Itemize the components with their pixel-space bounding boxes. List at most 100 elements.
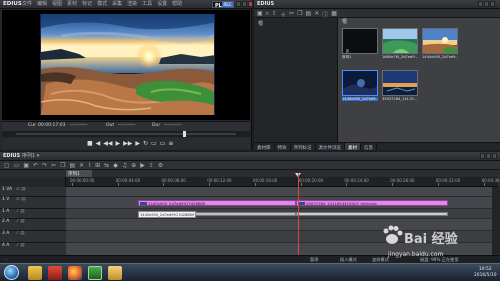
start-button[interactable] [4, 265, 19, 280]
scrub-handle[interactable] [183, 131, 187, 137]
maximize-button[interactable] [242, 1, 247, 7]
timeline-video-clip[interactable]: 39037284_1411854415923_mthumb [296, 200, 448, 206]
track-lane-a1[interactable] [66, 209, 492, 219]
track-toggle-icons[interactable]: ♪ ▤ [16, 219, 25, 225]
stop-icon[interactable]: ■ [87, 140, 93, 147]
playhead-line[interactable] [298, 173, 299, 258]
tab-effects[interactable]: 特效 [275, 143, 291, 151]
track-lane-va1[interactable] [66, 187, 492, 197]
open-icon[interactable]: ▭ [14, 162, 20, 169]
tab-info[interactable]: 信息 [361, 143, 377, 151]
insert-icon[interactable]: ▭ [151, 140, 157, 147]
play-icon[interactable]: ▶ [116, 140, 121, 147]
copy-icon[interactable]: ❐ [60, 162, 65, 169]
time-ruler[interactable]: 00:00:00:00 00:00:04:00 00:00:08:00 00:00:1… [66, 177, 500, 187]
bin-maximize-button[interactable] [484, 1, 489, 7]
cut-icon[interactable]: ✂ [51, 162, 56, 169]
ruler-tick [392, 183, 394, 186]
tab-clips[interactable]: 素材 [345, 143, 361, 151]
rec-mode-button[interactable]: REC [222, 2, 233, 7]
out-timecode[interactable]: --:--:--:-- [118, 123, 136, 129]
menu-edit[interactable]: 编辑 [37, 2, 47, 7]
explorer-app-icon[interactable] [28, 266, 42, 280]
track-lane-v1[interactable]: 1440x900_2d7ed9917d28889 39037284_141185… [66, 197, 492, 209]
track-header[interactable]: 1 A ♪ ▤ [0, 209, 66, 219]
tab-bin[interactable]: 素材库 [254, 143, 275, 151]
loop-icon[interactable]: ↻ [143, 140, 148, 147]
menu-render[interactable]: 渲染 [127, 2, 137, 7]
next-frame-icon[interactable]: ▶ [135, 140, 140, 147]
bin-clip[interactable]: 39037284_14119... [382, 70, 418, 101]
output-icon[interactable]: ≡ [168, 140, 173, 147]
sequence-selector[interactable]: 序列1 ▾ [22, 154, 39, 159]
delete-icon[interactable]: ✕ [79, 162, 84, 169]
menu-help[interactable]: 帮助 [172, 2, 182, 7]
status-insert-mode[interactable]: 插入模式 [340, 257, 357, 262]
track-toggle-icons[interactable]: ♪ ▤ [16, 243, 25, 249]
overwrite-icon[interactable]: ▭ [160, 140, 166, 147]
menu-capture[interactable]: 采集 [112, 2, 122, 7]
zoom-icon[interactable]: ⊕ [131, 162, 136, 169]
close-button[interactable] [248, 1, 253, 7]
undo-icon[interactable]: ↶ [33, 162, 38, 169]
menu-settings[interactable]: 设置 [157, 2, 167, 7]
bin-clip[interactable]: ⎘ 序列1 [342, 28, 378, 60]
timeline-video-clip[interactable]: 1440x900_2d7ed9917d28889 [138, 200, 296, 206]
dur-timecode[interactable]: --:--:--:-- [164, 123, 182, 129]
snap-icon[interactable]: ⊞ [95, 162, 100, 169]
bin-clip[interactable]: 1440x900_2d7ed9... [422, 28, 458, 59]
menu-tools[interactable]: 工具 [142, 2, 152, 7]
fast-forward-icon[interactable]: ▶▶ [123, 140, 132, 147]
new-project-icon[interactable]: ▢ [4, 162, 10, 169]
cur-timecode[interactable]: 00:00:17:03 [38, 123, 65, 129]
track-header[interactable]: 1 V ⊙ ▤ [0, 197, 66, 209]
scrub-track[interactable] [16, 133, 236, 135]
player-scrub-bar[interactable] [2, 131, 250, 137]
in-timecode[interactable]: --:--:--:-- [70, 123, 88, 129]
settings-icon[interactable]: ⚙ [158, 162, 163, 169]
redo-icon[interactable]: ↷ [42, 162, 47, 169]
media-app-icon[interactable] [48, 266, 62, 280]
audio-mixer-icon[interactable]: ♫ [122, 162, 127, 169]
edius-app-icon[interactable] [88, 266, 102, 280]
sync-icon[interactable]: ⇆ [104, 162, 109, 169]
tl-close-button[interactable] [492, 153, 497, 159]
bin-close-button[interactable] [490, 1, 495, 7]
save-icon[interactable]: ▣ [23, 162, 29, 169]
razor-icon[interactable]: ⌇ [88, 162, 91, 169]
folder-app-icon[interactable] [108, 266, 122, 280]
system-clock[interactable]: 19:52 2016/5/10 [474, 267, 497, 278]
tree-root-folder[interactable]: 根 [258, 22, 263, 27]
minimize-button[interactable] [236, 1, 241, 7]
rewind-icon[interactable]: ◀◀ [103, 140, 112, 147]
track-header[interactable]: 1 VA ⊙ ▤ [0, 187, 66, 197]
bin-clip[interactable]: 1440x900_2d7ed9... [342, 70, 378, 101]
track-header[interactable]: 3 A ♪ ▤ [0, 231, 66, 243]
export-icon[interactable]: ⇪ [149, 162, 154, 169]
menu-marker[interactable]: 标记 [82, 2, 92, 7]
bin-clip[interactable]: 1660e7f0_2d7ed9... [382, 28, 418, 59]
marker-icon[interactable]: ◆ [113, 162, 118, 169]
paste-icon[interactable]: ▤ [70, 162, 76, 169]
track-toggle-icons[interactable]: ⊙ ▤ [16, 187, 25, 193]
tab-source-browser[interactable]: 源文件浏览 [316, 143, 345, 151]
menu-clip[interactable]: 素材 [67, 2, 77, 7]
track-toggle-icons[interactable]: ⊙ ▤ [16, 197, 25, 203]
cur-label: Cur [28, 123, 36, 128]
render-icon[interactable]: ▶ [140, 162, 145, 169]
tab-sequence-markers[interactable]: 序列标记 [291, 143, 316, 151]
menu-file[interactable]: 文件 [22, 2, 32, 7]
audio-clip[interactable] [296, 212, 448, 216]
menu-view[interactable]: 视图 [52, 2, 62, 7]
menu-mode[interactable]: 模式 [97, 2, 107, 7]
track-toggle-icons[interactable]: ♪ ▤ [16, 209, 25, 215]
tl-maximize-button[interactable] [486, 153, 491, 159]
firefox-app-icon[interactable] [68, 266, 82, 280]
timeline-vertical-scrollbar[interactable] [492, 187, 500, 257]
tl-minimize-button[interactable] [480, 153, 485, 159]
track-toggle-icons[interactable]: ♪ ▤ [16, 231, 25, 237]
sequence-tab[interactable]: 序列1 [66, 170, 92, 177]
prev-frame-icon[interactable]: ◀ [96, 140, 101, 147]
track-header[interactable]: 2 A ♪ ▤ [0, 219, 66, 231]
bin-minimize-button[interactable] [478, 1, 483, 7]
